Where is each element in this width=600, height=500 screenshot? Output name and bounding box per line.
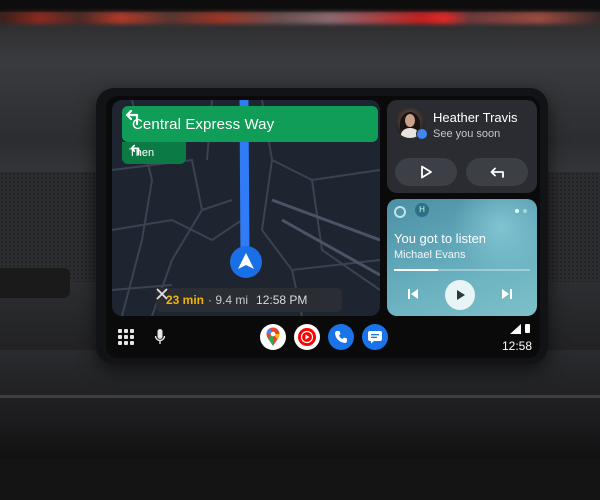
dashboard-lower xyxy=(0,350,600,460)
clock: 12:58 xyxy=(501,339,532,353)
android-auto-screen: Central Express Way Then 23 min · 9.4 mi… xyxy=(106,96,540,358)
youtube-music-icon xyxy=(298,328,316,346)
street-name: Central Express Way xyxy=(132,115,275,133)
reply-button[interactable] xyxy=(466,158,528,186)
speaker-grille-left xyxy=(0,172,110,282)
turn-instruction-card[interactable]: Central Express Way xyxy=(122,106,378,142)
status-area: 12:58 xyxy=(492,322,532,354)
maps-app-button[interactable] xyxy=(260,324,286,350)
messages-icon xyxy=(368,331,382,344)
podcast-app-icon xyxy=(394,206,406,218)
message-card[interactable]: Heather Travis See you soon xyxy=(387,100,537,193)
message-badge-icon xyxy=(416,128,428,140)
skip-next-icon[interactable] xyxy=(499,286,515,302)
windshield-lights xyxy=(0,12,600,24)
contact-name: Heather Travis xyxy=(433,110,518,125)
phone-icon xyxy=(335,331,347,343)
bottom-border xyxy=(0,458,600,500)
air-vent xyxy=(0,268,70,298)
next-turn-left-icon xyxy=(130,144,140,156)
next-turn-card: Then xyxy=(122,142,186,164)
navigation-map[interactable]: Central Express Way Then 23 min · 9.4 mi… xyxy=(112,100,380,316)
eta-distance: · 9.4 mi xyxy=(208,293,249,307)
microphone-icon[interactable] xyxy=(154,327,166,347)
messages-app-button[interactable] xyxy=(362,324,388,350)
media-card[interactable]: H You got to listen Michael Evans xyxy=(387,199,537,316)
car-dashboard-scene: Central Express Way Then 23 min · 9.4 mi… xyxy=(0,0,600,500)
track-progress-fill xyxy=(394,269,438,271)
skip-previous-icon[interactable] xyxy=(405,286,421,302)
bottom-dock: 12:58 xyxy=(106,318,540,358)
track-progress[interactable] xyxy=(394,269,530,271)
media-play-button[interactable] xyxy=(445,280,475,310)
play-message-button[interactable] xyxy=(395,158,457,186)
signal-icon xyxy=(510,324,521,334)
eta-minutes: 23 min xyxy=(166,293,205,307)
play-icon xyxy=(421,165,432,179)
message-text: See you soon xyxy=(433,128,501,140)
play-icon xyxy=(457,290,465,300)
google-maps-icon xyxy=(266,327,280,346)
track-artist: Michael Evans xyxy=(394,249,466,261)
turn-left-icon xyxy=(125,109,139,126)
dashboard-trim xyxy=(0,395,600,398)
page-indicator xyxy=(515,209,527,213)
track-title: You got to listen xyxy=(394,231,487,246)
reply-icon xyxy=(490,167,504,178)
phone-app-button[interactable] xyxy=(328,324,354,350)
eta-bar[interactable]: 23 min · 9.4 mi 12:58 PM xyxy=(156,288,342,312)
battery-icon xyxy=(525,324,530,333)
music-app-button[interactable] xyxy=(294,324,320,350)
close-icon[interactable] xyxy=(156,288,168,300)
eta-arrival-time: 12:58 PM xyxy=(256,293,308,307)
current-location-icon xyxy=(230,246,262,278)
account-avatar: H xyxy=(415,203,429,217)
app-grid-icon[interactable] xyxy=(118,329,134,345)
